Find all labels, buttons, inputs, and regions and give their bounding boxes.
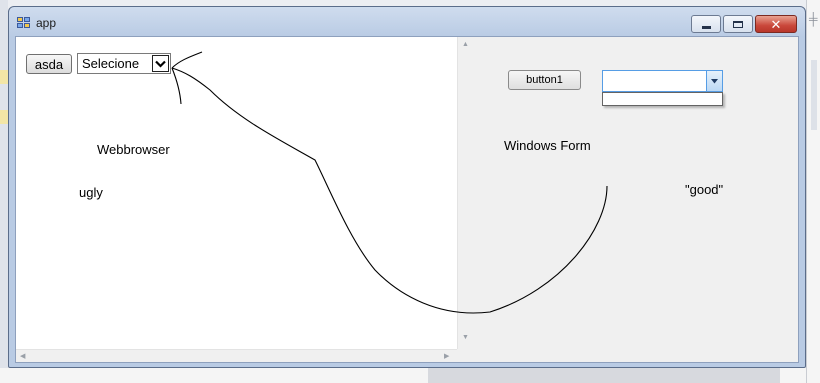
windows-form-verdict: "good" — [685, 182, 724, 197]
form-combobox-dropdown-list[interactable] — [602, 92, 723, 106]
form-combobox[interactable] — [602, 70, 723, 92]
webbrowser-control[interactable]: asda Selecione Webbrowser ugly — [16, 37, 457, 349]
background-highlight — [0, 70, 8, 84]
window-title: app — [36, 16, 57, 30]
web-select-dropdown[interactable]: Selecione — [77, 53, 171, 74]
minimize-button[interactable] — [691, 15, 721, 33]
button1[interactable]: button1 — [508, 70, 581, 90]
vertical-scrollbar[interactable]: ▲ ▼ — [457, 37, 474, 349]
maximize-button[interactable] — [723, 15, 753, 33]
webbrowser-verdict: ugly — [79, 185, 103, 200]
app-icon — [17, 17, 31, 29]
background-app-right-edge: ╪ — [806, 0, 820, 383]
web-select-value: Selecione — [82, 56, 140, 71]
background-app-edge — [0, 0, 8, 383]
windows-form-label: Windows Form — [504, 138, 591, 153]
scroll-left-icon[interactable]: ◀ — [20, 353, 25, 360]
title-bar[interactable]: app ✕ — [9, 7, 805, 37]
chevron-down-icon[interactable] — [152, 55, 169, 72]
pin-icon: ╪ — [809, 12, 818, 26]
scroll-down-icon[interactable]: ▼ — [462, 334, 469, 341]
horizontal-scrollbar[interactable]: ◀ ▶ — [16, 349, 457, 362]
close-button[interactable]: ✕ — [755, 15, 797, 33]
minimize-icon — [701, 25, 711, 29]
app-window: app ✕ asda Selecione Webbrowser ugly ▲ ▼… — [8, 6, 806, 368]
scrollbar-corner — [457, 349, 474, 362]
desktop: ╪ app ✕ asda Selecione Webbrowser ugly ▲… — [0, 0, 820, 383]
caption-buttons: ✕ — [691, 15, 797, 33]
asda-button[interactable]: asda — [26, 54, 72, 74]
close-icon: ✕ — [770, 16, 782, 32]
background-highlight — [0, 110, 8, 124]
scroll-right-icon[interactable]: ▶ — [444, 353, 449, 360]
webbrowser-label: Webbrowser — [97, 142, 170, 157]
scroll-up-icon[interactable]: ▲ — [462, 41, 469, 48]
maximize-icon — [733, 20, 743, 28]
background-taskarea — [0, 368, 820, 383]
combo-dropdown-button[interactable] — [706, 71, 722, 91]
form-client-area: asda Selecione Webbrowser ugly ▲ ▼ ◀ ▶ b… — [15, 36, 799, 363]
